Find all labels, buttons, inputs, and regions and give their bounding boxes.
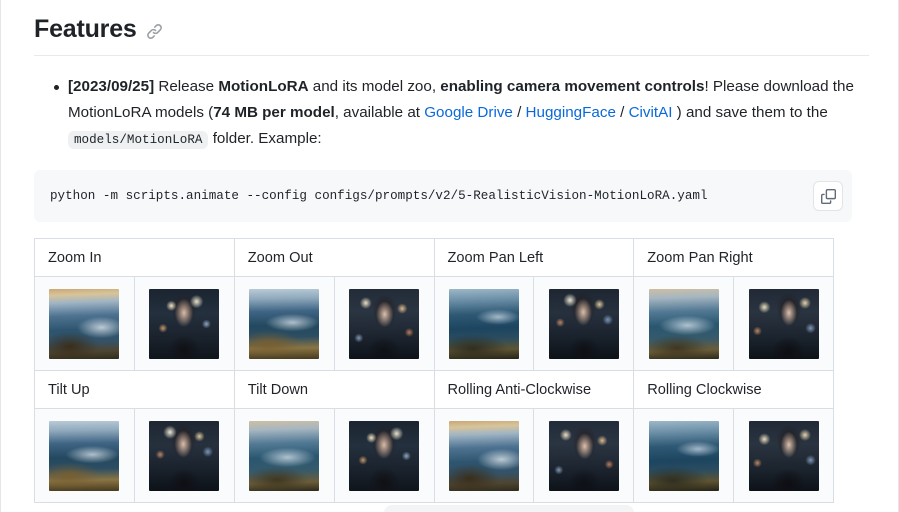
release-date: [2023/09/25] xyxy=(68,78,155,96)
table-cell-preview xyxy=(633,276,735,372)
table-header-cell: Rolling Clockwise xyxy=(633,370,834,410)
table-cell-preview xyxy=(433,408,535,504)
camera-controls-emphasis: enabling camera movement controls xyxy=(440,78,705,96)
motion-lora-table-body: Zoom In Zoom Out Zoom Pan Left Zoom Pan Rig… xyxy=(34,238,834,504)
code-block: python -m scripts.animate --config confi… xyxy=(34,170,852,223)
table-row xyxy=(34,408,834,504)
release-text-5: ) and save them to the xyxy=(672,104,828,122)
portrait-preview-image[interactable] xyxy=(149,420,220,491)
portrait-preview-image[interactable] xyxy=(548,420,619,491)
table-cell-preview xyxy=(333,276,435,372)
table-cell-preview xyxy=(533,408,635,504)
link-huggingface[interactable]: HuggingFace xyxy=(526,104,616,121)
link-google-drive[interactable]: Google Drive xyxy=(424,104,513,121)
portrait-preview-image[interactable] xyxy=(548,288,619,359)
list-item: [2023/09/25] Release MotionLoRA and its … xyxy=(34,74,854,153)
link-icon[interactable] xyxy=(146,23,163,40)
ocean-preview-image[interactable] xyxy=(49,288,120,359)
link-separator-1: / xyxy=(512,104,526,122)
readme-content: Features [2023/09/25] Release MotionLoRA… xyxy=(34,0,870,504)
page-root: Features [2023/09/25] Release MotionLoRA… xyxy=(0,0,899,512)
ocean-preview-image[interactable] xyxy=(249,288,320,359)
motion-lora-table: Zoom In Zoom Out Zoom Pan Left Zoom Pan Rig… xyxy=(34,238,834,504)
link-separator-2: / xyxy=(615,104,629,122)
link-civitai[interactable]: CivitAI xyxy=(629,104,673,121)
table-cell-preview xyxy=(333,408,435,504)
table-cell-preview xyxy=(133,276,235,372)
table-header-cell: Tilt Up xyxy=(34,370,235,410)
ocean-preview-image[interactable] xyxy=(448,420,519,491)
ocean-preview-image[interactable] xyxy=(249,420,320,491)
table-header-cell: Zoom Pan Right xyxy=(633,238,834,278)
portrait-preview-image[interactable] xyxy=(349,288,420,359)
table-cell-preview xyxy=(233,408,335,504)
features-list: [2023/09/25] Release MotionLoRA and its … xyxy=(34,74,870,153)
heading-divider xyxy=(34,55,869,57)
ocean-preview-image[interactable] xyxy=(648,420,719,491)
page-title: Features xyxy=(34,15,137,43)
table-cell-preview xyxy=(733,276,834,372)
table-header-cell: Zoom Pan Left xyxy=(433,238,635,278)
table-header-cell: Tilt Down xyxy=(233,370,435,410)
ocean-preview-image[interactable] xyxy=(448,288,519,359)
release-text-2: and its model zoo, xyxy=(308,78,441,96)
table-cell-preview xyxy=(34,408,135,504)
models-path-code: models/MotionLoRA xyxy=(68,131,209,150)
model-size: 74 MB per model xyxy=(213,104,335,122)
portrait-preview-image[interactable] xyxy=(149,288,220,359)
copy-icon[interactable] xyxy=(813,181,843,212)
release-text-1: Release xyxy=(154,78,219,96)
portrait-preview-image[interactable] xyxy=(748,288,819,359)
section-heading: Features xyxy=(34,0,870,45)
bottom-partial-element xyxy=(384,505,634,512)
table-row xyxy=(34,276,834,372)
release-text-4: , available at xyxy=(334,104,425,122)
table-cell-preview xyxy=(733,408,834,504)
ocean-preview-image[interactable] xyxy=(49,420,120,491)
table-header-row: Tilt Up Tilt Down Rolling Anti-Clockwise Ro… xyxy=(34,370,834,410)
table-header-cell: Zoom In xyxy=(34,238,235,278)
table-header-cell: Zoom Out xyxy=(233,238,435,278)
table-cell-preview xyxy=(233,276,335,372)
table-header-cell: Rolling Anti-Clockwise xyxy=(433,370,635,410)
code-command[interactable]: python -m scripts.animate --config confi… xyxy=(50,186,708,206)
table-cell-preview xyxy=(133,408,235,504)
table-cell-preview xyxy=(34,276,135,372)
portrait-preview-image[interactable] xyxy=(748,420,819,491)
motionlora-name: MotionLoRA xyxy=(218,78,309,96)
table-cell-preview xyxy=(633,408,735,504)
table-cell-preview xyxy=(433,276,535,372)
table-cell-preview xyxy=(533,276,635,372)
table-header-row: Zoom In Zoom Out Zoom Pan Left Zoom Pan Rig… xyxy=(34,238,834,278)
portrait-preview-image[interactable] xyxy=(349,420,420,491)
ocean-preview-image[interactable] xyxy=(648,288,719,359)
release-text-6: folder. Example: xyxy=(208,130,322,148)
